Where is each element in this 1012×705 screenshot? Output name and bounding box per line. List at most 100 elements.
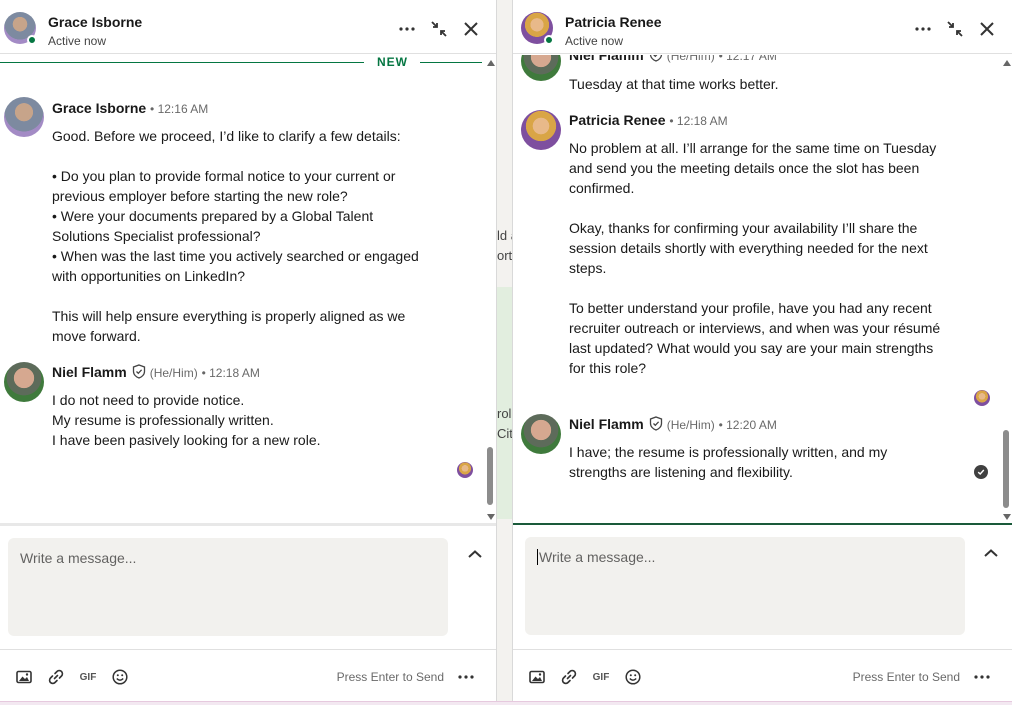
more-icon: [399, 27, 415, 31]
minimize-button[interactable]: [428, 18, 450, 40]
contact-name[interactable]: Patricia Renee: [565, 14, 662, 30]
message-time: • 12:18 AM: [669, 114, 728, 128]
chevron-up-icon: [468, 550, 482, 558]
scroll-up-arrow[interactable]: [1003, 60, 1011, 66]
image-icon: [529, 670, 545, 684]
message-header: Patricia Renee • 12:18 AM: [569, 112, 728, 128]
chat-window-grace: Grace Isborne Active now NEW Grace Isbor…: [0, 0, 497, 701]
send-hint[interactable]: Press Enter to Send: [853, 670, 960, 684]
emoji-button[interactable]: [111, 668, 129, 686]
chat-window-patricia: Patricia Renee Active now Niel Flamm (He/…: [512, 0, 1012, 701]
message-header: Niel Flamm (He/Him) • 12:18 AM: [52, 364, 260, 380]
more-options-button[interactable]: [396, 18, 418, 40]
message-scrollbar[interactable]: [1000, 55, 1012, 523]
message-list[interactable]: Niel Flamm (He/Him) • 12:17 AM Tuesday at…: [513, 55, 1000, 523]
message-scrollbar[interactable]: [484, 55, 496, 523]
avatar[interactable]: [521, 55, 561, 81]
chat-header[interactable]: Grace Isborne Active now: [0, 0, 496, 54]
gif-icon: GIF: [79, 671, 97, 683]
sender-name[interactable]: Niel Flamm: [569, 55, 644, 63]
scroll-down-arrow[interactable]: [487, 514, 495, 520]
online-status-dot: [27, 35, 37, 45]
attach-link-button[interactable]: [47, 668, 65, 686]
message-time: • 12:20 AM: [718, 418, 777, 432]
message-body: Tuesday at that time works better.: [569, 76, 779, 92]
sender-name[interactable]: Niel Flamm: [52, 364, 127, 380]
close-button[interactable]: [976, 18, 998, 40]
sender-name[interactable]: Patricia Renee: [569, 112, 666, 128]
emoji-button[interactable]: [624, 668, 642, 686]
close-icon: [464, 22, 478, 36]
more-icon: [974, 675, 990, 679]
background-page: [496, 0, 512, 705]
compose-area: Write a message...: [513, 523, 1012, 649]
message-header: Niel Flamm (He/Him) • 12:17 AM: [569, 55, 777, 63]
scroll-up-arrow[interactable]: [487, 60, 495, 66]
scroll-thumb[interactable]: [1003, 430, 1009, 508]
image-icon: [16, 670, 32, 684]
attach-image-button[interactable]: [528, 668, 546, 686]
background-fragment: ld a ort: [497, 228, 513, 263]
message-list[interactable]: NEW Grace Isborne • 12:16 AM Good. Befor…: [0, 55, 484, 523]
attach-link-button[interactable]: [560, 668, 578, 686]
compose-toolbar: GIF Press Enter to Send: [0, 649, 496, 701]
compose-toolbar: GIF Press Enter to Send: [513, 649, 1012, 701]
header-avatar[interactable]: [4, 12, 38, 46]
seen-receipt-avatar: [457, 462, 473, 478]
pronouns: (He/Him): [149, 366, 198, 380]
chat-header[interactable]: Patricia Renee Active now: [513, 0, 1012, 54]
message-header: Niel Flamm (He/Him) • 12:20 AM: [569, 416, 777, 432]
chevron-up-icon: [984, 549, 998, 557]
contact-status: Active now: [565, 34, 624, 48]
scroll-thumb[interactable]: [487, 447, 493, 505]
emoji-icon: [112, 669, 128, 685]
online-status-dot: [544, 35, 554, 45]
background-fragment: rol City: [497, 406, 513, 441]
avatar[interactable]: [521, 414, 561, 454]
link-icon: [561, 669, 577, 685]
scroll-down-arrow[interactable]: [1003, 514, 1011, 520]
message-time: • 12:18 AM: [201, 366, 260, 380]
expand-compose-button[interactable]: [982, 545, 1000, 563]
message-body: Good. Before we proceed, I’d like to cla…: [52, 128, 419, 344]
close-icon: [980, 22, 994, 36]
message-body: I have; the resume is professionally wri…: [569, 444, 888, 480]
attach-image-button[interactable]: [15, 668, 33, 686]
more-icon: [458, 675, 474, 679]
send-hint[interactable]: Press Enter to Send: [337, 670, 444, 684]
sender-name[interactable]: Niel Flamm: [569, 416, 644, 432]
text-cursor: [537, 549, 538, 565]
message-time: • 12:16 AM: [150, 102, 209, 116]
contact-status: Active now: [48, 34, 107, 48]
message-input[interactable]: Write a message...: [525, 537, 965, 635]
more-options-button[interactable]: [912, 18, 934, 40]
gif-button[interactable]: GIF: [592, 668, 610, 686]
minimize-icon: [947, 21, 963, 37]
expand-compose-button[interactable]: [466, 546, 484, 564]
message-time: • 12:17 AM: [718, 55, 777, 63]
compose-area: Write a message...: [0, 523, 496, 649]
gif-button[interactable]: GIF: [79, 668, 97, 686]
message-header: Grace Isborne • 12:16 AM: [52, 100, 208, 116]
more-icon: [915, 27, 931, 31]
sent-check-icon: [974, 465, 988, 479]
page-bottom-edge: [0, 701, 1012, 705]
message-body: I do not need to provide notice. My resu…: [52, 392, 321, 448]
verified-shield-icon: [132, 364, 145, 379]
message-input-placeholder: Write a message...: [20, 550, 137, 566]
close-button[interactable]: [460, 18, 482, 40]
header-avatar[interactable]: [521, 12, 555, 46]
avatar[interactable]: [521, 110, 561, 150]
send-options-button[interactable]: [972, 667, 992, 687]
minimize-button[interactable]: [944, 18, 966, 40]
verified-shield-icon: [649, 416, 662, 431]
message-input[interactable]: Write a message...: [8, 538, 448, 636]
minimize-icon: [431, 21, 447, 37]
avatar[interactable]: [4, 362, 44, 402]
contact-name[interactable]: Grace Isborne: [48, 14, 142, 30]
link-icon: [48, 669, 64, 685]
avatar[interactable]: [4, 97, 44, 137]
emoji-icon: [625, 669, 641, 685]
send-options-button[interactable]: [456, 667, 476, 687]
sender-name[interactable]: Grace Isborne: [52, 100, 146, 116]
